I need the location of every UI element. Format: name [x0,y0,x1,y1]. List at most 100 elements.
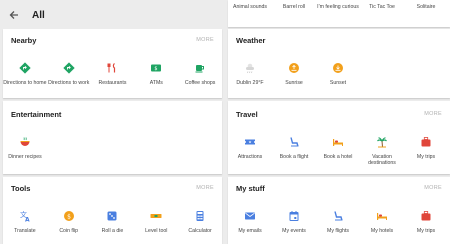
hotel-bed-icon [331,135,345,149]
item-label: My emails [238,228,262,234]
item-label: My trips [416,228,436,234]
fun-card: Animal sounds Barrel roll I'm feeling cu… [228,0,450,27]
card-title: My stuff [236,183,265,193]
more-link[interactable]: MORE [196,185,214,191]
book-hotel-item[interactable]: Book a hotel [316,135,360,167]
item-label: Tic Tac Toe [369,4,395,10]
level-tool-item[interactable]: Level tool [134,209,178,234]
item-label: Dinner recipes [8,154,42,160]
svg-text:$: $ [155,66,158,72]
item-label: My events [282,228,306,234]
more-link[interactable]: MORE [424,185,442,191]
item-label: Dublin 29°F [236,80,264,86]
travel-card: Travel MORE Attractions Book a flight Bo… [228,101,450,174]
card-title: Tools [11,183,31,193]
level-tool-icon [149,209,163,223]
restaurants-item[interactable]: Restaurants [91,61,135,86]
card-title: Weather [236,35,266,45]
coffee-icon [193,61,207,75]
suitcase-icon [419,135,433,149]
calculator-icon [193,209,207,223]
weather-dublin-item[interactable]: Dublin 29°F [228,61,272,86]
my-stuff-card: My stuff MORE My emails My events My fli… [228,177,450,244]
item-label: ATMs [149,80,163,86]
my-events-item[interactable]: My events [272,209,316,234]
item-label: Roll a die [101,228,124,234]
item-label: Coffee shops [184,80,216,86]
my-emails-item[interactable]: My emails [228,209,272,234]
item-label: Translate [14,228,36,234]
directions-work-icon [62,61,76,75]
my-trips-item[interactable]: My trips [404,209,448,234]
item-label: Level tool [145,228,168,234]
sunrise-icon [287,61,301,75]
svg-text:$: $ [67,213,71,220]
sunrise-item[interactable]: Sunrise [272,61,316,86]
item-label: Coin flip [59,228,79,234]
email-icon [243,209,257,223]
svg-text:A: A [25,217,30,223]
sunset-item[interactable]: Sunset [316,61,360,86]
item-label: Sunset [329,80,347,86]
roll-die-item[interactable]: Roll a die [91,209,135,234]
item-label: Barrel roll [282,4,306,10]
directions-home-icon [18,61,32,75]
book-flight-item[interactable]: Book a flight [272,135,316,167]
attractions-item[interactable]: Attractions [228,135,272,167]
item-label: I'm feeling curious [317,4,359,10]
item-label: Animal sounds [232,4,268,10]
animal-sounds-item[interactable]: Animal sounds [228,4,272,10]
atms-item[interactable]: $ ATMs [134,61,178,86]
solitaire-item[interactable]: Solitaire [404,4,448,10]
nearby-card: Nearby MORE Directions to home Direction… [3,29,222,98]
tools-card: Tools MORE 文A Translate $ Coin flip Roll… [3,177,222,244]
die-icon [105,209,119,223]
card-title: Travel [236,109,258,119]
directions-work-item[interactable]: Directions to work [47,61,91,86]
coin-flip-item[interactable]: $ Coin flip [47,209,91,234]
suitcase-icon [419,209,433,223]
vacation-destinations-item[interactable]: Vacation destinations [360,135,404,167]
item-label: Attractions [237,154,263,160]
calculator-item[interactable]: Calculator [178,209,222,234]
tic-tac-toe-item[interactable]: Tic Tac Toe [360,4,404,10]
page-title: All [32,9,45,21]
dinner-recipes-item[interactable]: Dinner recipes [3,135,47,160]
card-title: Nearby [11,35,37,45]
arrow-left-icon[interactable] [0,0,28,30]
item-label: My hotels [370,228,394,234]
item-label: Book a flight [279,154,309,160]
item-label: My flights [327,228,349,234]
item-label: Restaurants [98,80,127,86]
item-label: Calculator [188,228,212,234]
hotel-bed-icon [375,209,389,223]
item-label: Solitaire [416,4,436,10]
feeling-curious-item[interactable]: I'm feeling curious [316,4,360,10]
directions-home-item[interactable]: Directions to home [3,61,47,86]
my-trips-item[interactable]: My trips [404,135,448,167]
item-label: Book a hotel [323,154,353,160]
sunset-icon [331,61,345,75]
top-bar: All [0,0,222,30]
item-label: Directions to home [3,80,47,86]
coin-icon: $ [62,209,76,223]
entertainment-card: Entertainment Dinner recipes [3,101,222,174]
translate-item[interactable]: 文A Translate [3,209,47,234]
more-link[interactable]: MORE [424,111,442,117]
cloud-icon [243,61,257,75]
weather-card: Weather Dublin 29°F Sunrise Sunset [228,29,450,98]
my-flights-item[interactable]: My flights [316,209,360,234]
palm-tree-icon [375,135,389,149]
flight-seat-icon [287,135,301,149]
my-hotels-item[interactable]: My hotels [360,209,404,234]
more-link[interactable]: MORE [196,37,214,43]
calendar-icon [287,209,301,223]
barrel-roll-item[interactable]: Barrel roll [272,4,316,10]
translate-icon: 文A [18,209,32,223]
flight-seat-icon [331,209,345,223]
item-label: Sunrise [285,80,303,86]
coffee-shops-item[interactable]: Coffee shops [178,61,222,86]
item-label: Vacation destinations [368,154,396,167]
item-label: Directions to work [48,80,90,86]
card-title: Entertainment [11,109,62,119]
